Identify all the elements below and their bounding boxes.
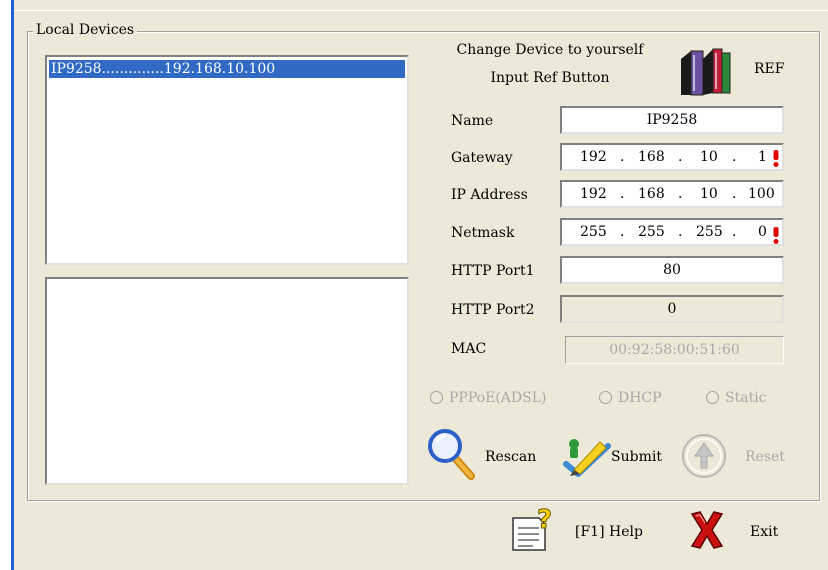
device-detail-list[interactable] — [45, 277, 409, 485]
local-devices-title: Local Devices — [33, 22, 138, 38]
netmask-octet-3[interactable]: 255 — [696, 220, 723, 244]
ip-octet-1[interactable]: 192 — [580, 182, 607, 206]
gateway-octet-2[interactable]: 168 — [638, 145, 665, 169]
magnifier-icon[interactable] — [427, 428, 477, 480]
rescan-button[interactable]: Rescan — [485, 449, 536, 465]
mac-value: 00:92:58:00:51:60 — [609, 342, 740, 358]
reset-button[interactable]: Reset — [745, 449, 785, 465]
books-icon[interactable] — [677, 45, 733, 97]
red-x-icon[interactable] — [686, 508, 728, 552]
http-port2-field[interactable]: 0 — [560, 295, 784, 323]
static-radio-label: Static — [725, 390, 767, 406]
help-document-icon[interactable]: ? — [511, 506, 553, 552]
submit-button[interactable]: Submit — [611, 449, 662, 465]
ip-octet-2[interactable]: 168 — [638, 182, 665, 206]
netmask-field[interactable]: 255 . 255 . 255 . 0 — [560, 218, 784, 246]
gateway-octet-4[interactable]: 1 — [758, 145, 767, 169]
dhcp-radio-label: DHCP — [618, 390, 662, 406]
http-port2-value: 0 — [667, 301, 677, 317]
hint-line-1: Change Device to yourself — [456, 42, 644, 58]
gateway-field[interactable]: 192 . 168 . 10 . 1 — [560, 143, 784, 171]
radio-circle-icon — [706, 390, 719, 404]
pppoe-radio-label: PPPoE(ADSL) — [449, 390, 547, 406]
http-port1-field[interactable]: 80 — [560, 256, 784, 284]
mac-field: 00:92:58:00:51:60 — [565, 336, 784, 364]
netmask-octet-4[interactable]: 0 — [758, 220, 767, 244]
pppoe-radio[interactable]: PPPoE(ADSL) — [430, 390, 547, 406]
hint-line-2: Input Ref Button — [490, 70, 610, 86]
device-list-item[interactable]: IP9258..............192.168.10.100 — [49, 60, 405, 78]
gateway-octet-1[interactable]: 192 — [580, 145, 607, 169]
dhcp-radio[interactable]: DHCP — [599, 390, 662, 406]
pen-check-icon[interactable] — [560, 434, 612, 478]
radio-circle-icon — [599, 390, 612, 404]
radio-circle-icon — [430, 390, 443, 404]
ip-address-field[interactable]: 192 . 168 . 10 . 100 — [560, 180, 784, 208]
up-arrow-icon[interactable] — [680, 432, 728, 480]
gateway-label: Gateway — [451, 150, 513, 166]
http-port2-label: HTTP Port2 — [451, 302, 535, 318]
netmask-warning-icon — [773, 227, 779, 244]
ip-octet-3[interactable]: 10 — [700, 182, 718, 206]
help-button[interactable]: [F1] Help — [575, 524, 643, 540]
device-list[interactable]: IP9258..............192.168.10.100 — [45, 55, 409, 265]
gateway-octet-3[interactable]: 10 — [700, 145, 718, 169]
ref-button-label[interactable]: REF — [754, 61, 784, 77]
window-top-edge — [14, 0, 828, 11]
window-frame-border — [11, 0, 14, 570]
svg-text:?: ? — [537, 506, 552, 535]
mac-label: MAC — [451, 341, 487, 357]
static-radio[interactable]: Static — [706, 390, 767, 406]
netmask-octet-2[interactable]: 255 — [638, 220, 665, 244]
http-port1-value: 80 — [663, 262, 681, 278]
name-field[interactable]: IP9258 — [560, 106, 784, 134]
gateway-warning-icon — [773, 150, 779, 167]
ip-octet-4[interactable]: 100 — [748, 182, 775, 206]
netmask-label: Netmask — [451, 225, 515, 241]
ip-address-label: IP Address — [451, 187, 528, 203]
name-value: IP9258 — [646, 112, 698, 128]
netmask-octet-1[interactable]: 255 — [580, 220, 607, 244]
exit-button[interactable]: Exit — [750, 524, 778, 540]
http-port1-label: HTTP Port1 — [451, 263, 535, 279]
window-left-edge — [0, 0, 11, 570]
name-label: Name — [451, 113, 494, 129]
